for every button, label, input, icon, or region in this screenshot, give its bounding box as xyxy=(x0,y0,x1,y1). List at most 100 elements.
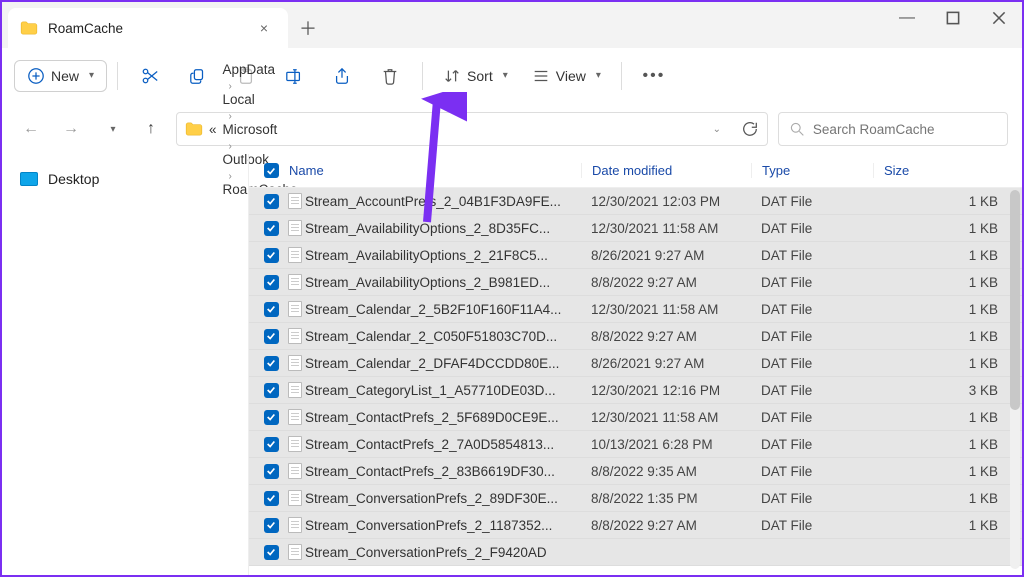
file-date: 12/30/2021 11:58 AM xyxy=(581,302,751,317)
window-tab[interactable]: RoamCache × xyxy=(8,8,288,48)
table-row[interactable]: Stream_AccountPrefs_2_04B1F3DA9FE...12/3… xyxy=(249,188,1022,215)
search-box[interactable] xyxy=(778,112,1008,146)
file-icon xyxy=(288,328,302,344)
row-checkbox[interactable] xyxy=(264,464,279,479)
file-date: 8/8/2022 9:35 AM xyxy=(581,464,751,479)
table-row[interactable]: Stream_Calendar_2_DFAF4DCCDD80E...8/26/2… xyxy=(249,350,1022,377)
view-button[interactable]: View ▾ xyxy=(522,61,611,91)
table-row[interactable]: Stream_Calendar_2_5B2F10F160F11A4...12/3… xyxy=(249,296,1022,323)
window-title: RoamCache xyxy=(48,21,244,36)
file-date: 10/13/2021 6:28 PM xyxy=(581,437,751,452)
file-size: 1 KB xyxy=(873,518,1022,533)
row-checkbox[interactable] xyxy=(264,302,279,317)
file-name: Stream_AvailabilityOptions_2_8D35FC... xyxy=(305,221,581,236)
table-row[interactable]: Stream_ConversationPrefs_2_1187352...8/8… xyxy=(249,512,1022,539)
table-row[interactable]: Stream_AvailabilityOptions_2_21F8C5...8/… xyxy=(249,242,1022,269)
table-row[interactable]: Stream_ContactPrefs_2_5F689D0CE9E...12/3… xyxy=(249,404,1022,431)
address-bar[interactable]: « AppData›Local›Microsoft›Outlook›RoamCa… xyxy=(176,112,768,146)
file-icon xyxy=(288,220,302,236)
row-checkbox[interactable] xyxy=(264,518,279,533)
column-type[interactable]: Type xyxy=(751,163,873,178)
table-row[interactable]: Stream_Calendar_2_C050F51803C70D...8/8/2… xyxy=(249,323,1022,350)
chevron-down-icon: ▾ xyxy=(596,70,601,81)
file-icon xyxy=(288,490,302,506)
row-checkbox[interactable] xyxy=(264,275,279,290)
row-checkbox[interactable] xyxy=(264,248,279,263)
table-row[interactable]: Stream_ContactPrefs_2_83B6619DF30...8/8/… xyxy=(249,458,1022,485)
scrollbar[interactable] xyxy=(1010,190,1020,569)
more-button[interactable]: ••• xyxy=(632,58,676,94)
column-headers: Name Date modified Type Size xyxy=(249,154,1022,188)
breadcrumb-segment[interactable]: Local xyxy=(223,92,298,107)
row-checkbox[interactable] xyxy=(264,383,279,398)
table-row[interactable]: Stream_CategoryList_1_A57710DE03D...12/3… xyxy=(249,377,1022,404)
file-icon xyxy=(288,544,302,560)
sort-button[interactable]: Sort ▾ xyxy=(433,61,518,91)
table-row[interactable]: Stream_AvailabilityOptions_2_8D35FC...12… xyxy=(249,215,1022,242)
row-checkbox[interactable] xyxy=(264,221,279,236)
new-button[interactable]: New ▾ xyxy=(14,60,107,92)
file-size: 1 KB xyxy=(873,464,1022,479)
row-checkbox[interactable] xyxy=(264,329,279,344)
new-tab-button[interactable]: ＋ xyxy=(288,8,328,48)
file-size: 1 KB xyxy=(873,275,1022,290)
row-checkbox[interactable] xyxy=(264,437,279,452)
maximize-button[interactable] xyxy=(930,2,976,34)
chevron-down-icon: ▾ xyxy=(89,70,94,81)
close-window-button[interactable] xyxy=(976,2,1022,34)
chevron-right-icon: › xyxy=(229,141,232,152)
table-row[interactable]: Stream_AvailabilityOptions_2_B981ED...8/… xyxy=(249,269,1022,296)
file-type: DAT File xyxy=(751,194,873,209)
file-icon xyxy=(288,409,302,425)
table-row[interactable]: Stream_ContactPrefs_2_7A0D5854813...10/1… xyxy=(249,431,1022,458)
copy-icon xyxy=(189,67,207,85)
navigation-row: ← → ▾ ↑ « AppData›Local›Microsoft›Outloo… xyxy=(2,104,1022,154)
file-icon xyxy=(288,382,302,398)
select-all-checkbox[interactable] xyxy=(264,163,279,178)
file-date: 8/8/2022 9:27 AM xyxy=(581,275,751,290)
file-icon xyxy=(288,193,302,209)
file-icon xyxy=(288,274,302,290)
sort-button-label: Sort xyxy=(467,68,493,84)
folder-icon xyxy=(185,122,203,136)
minimize-button[interactable]: — xyxy=(884,2,930,34)
delete-button[interactable] xyxy=(368,58,412,94)
copy-button[interactable] xyxy=(176,58,220,94)
file-type: DAT File xyxy=(751,491,873,506)
file-type: DAT File xyxy=(751,518,873,533)
refresh-icon[interactable] xyxy=(741,120,759,138)
share-button[interactable] xyxy=(320,58,364,94)
row-checkbox[interactable] xyxy=(264,356,279,371)
table-row[interactable]: Stream_ConversationPrefs_2_F9420AD xyxy=(249,539,1022,566)
row-checkbox[interactable] xyxy=(264,410,279,425)
file-icon xyxy=(288,301,302,317)
search-input[interactable] xyxy=(813,122,997,137)
sort-icon xyxy=(443,67,461,85)
forward-button[interactable]: → xyxy=(56,114,86,144)
scrollbar-thumb[interactable] xyxy=(1010,190,1020,410)
column-name[interactable]: Name xyxy=(285,163,581,178)
sidebar-item-desktop[interactable]: Desktop xyxy=(12,162,238,196)
toolbar-separator xyxy=(621,62,622,90)
column-date[interactable]: Date modified xyxy=(581,163,751,178)
row-checkbox[interactable] xyxy=(264,491,279,506)
row-checkbox[interactable] xyxy=(264,194,279,209)
file-name: Stream_ConversationPrefs_2_89DF30E... xyxy=(305,491,581,506)
close-tab-button[interactable]: × xyxy=(254,18,274,38)
breadcrumb-segment[interactable]: Microsoft xyxy=(223,122,298,137)
table-row[interactable]: Stream_ConversationPrefs_2_89DF30E...8/8… xyxy=(249,485,1022,512)
recent-button[interactable]: ▾ xyxy=(96,114,126,144)
column-size[interactable]: Size xyxy=(873,163,1022,178)
up-button[interactable]: ↑ xyxy=(136,114,166,144)
toolbar-separator xyxy=(117,62,118,90)
breadcrumb-segment[interactable]: AppData xyxy=(223,62,298,77)
file-type: DAT File xyxy=(751,248,873,263)
search-icon xyxy=(789,120,805,138)
file-name: Stream_CategoryList_1_A57710DE03D... xyxy=(305,383,581,398)
row-checkbox[interactable] xyxy=(264,545,279,560)
share-icon xyxy=(333,67,351,85)
file-size: 1 KB xyxy=(873,302,1022,317)
chevron-down-icon[interactable]: ⌄ xyxy=(713,124,721,135)
cut-button[interactable] xyxy=(128,58,172,94)
back-button[interactable]: ← xyxy=(16,114,46,144)
